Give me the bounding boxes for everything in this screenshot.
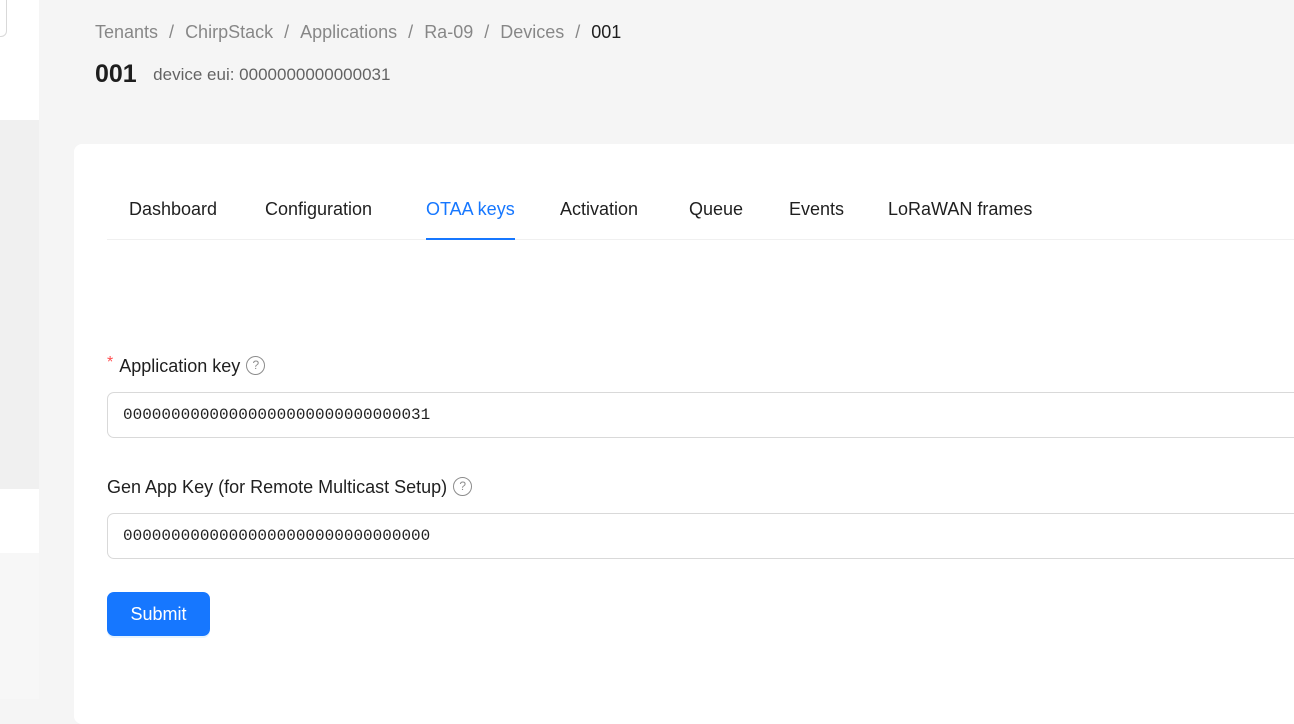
gen-app-key-input[interactable] [107,513,1294,559]
page-heading: 001 device eui: 0000000000000031 [95,60,390,89]
breadcrumb-separator: / [484,22,490,42]
breadcrumb-devices[interactable]: Devices [500,22,564,43]
question-circle-icon[interactable]: ? [246,355,266,375]
breadcrumb-separator: / [575,22,581,42]
breadcrumb-tenants[interactable]: Tenants [95,22,158,43]
breadcrumb-separator: / [408,22,414,42]
gen-app-key-label: Gen App Key (for Remote Multicast Setup)… [107,476,473,498]
sidebar-panel-bottom [0,553,39,699]
tab-dashboard[interactable]: Dashboard [129,180,217,239]
sidebar-search-input[interactable] [0,0,7,37]
page-title: 001 [95,60,137,88]
gen-app-key-label-text: Gen App Key (for Remote Multicast Setup) [107,477,448,497]
required-mark: * [107,354,114,371]
tab-activation[interactable]: Activation [560,180,638,239]
submit-button[interactable]: Submit [107,592,210,636]
question-circle-icon[interactable]: ? [453,476,473,496]
sidebar-panel-top [0,0,39,120]
breadcrumb-separator: / [169,22,175,42]
breadcrumb-current-device: 001 [591,22,622,42]
application-key-label-text: Application key [119,356,241,376]
tab-bar: Dashboard Configuration OTAA keys Activa… [107,180,1294,240]
tab-events[interactable]: Events [789,180,844,239]
tab-configuration[interactable]: Configuration [265,180,372,239]
application-key-label: * Application key? [107,354,266,377]
tab-queue[interactable]: Queue [689,180,743,239]
page-subtitle: device eui: 0000000000000031 [153,64,391,84]
breadcrumb: Tenants / ChirpStack / Applications / Ra-09 / De… [95,22,621,43]
tab-otaa-keys[interactable]: OTAA keys [426,180,515,240]
breadcrumb-tenant[interactable]: ChirpStack [185,22,273,43]
sidebar [0,0,39,699]
breadcrumb-separator: / [284,22,290,42]
sidebar-panel-middle [0,489,39,553]
application-key-input[interactable] [107,392,1294,438]
tab-lorawan-frames[interactable]: LoRaWAN frames [888,180,1032,239]
breadcrumb-application[interactable]: Ra-09 [424,22,473,43]
breadcrumb-applications[interactable]: Applications [300,22,397,43]
